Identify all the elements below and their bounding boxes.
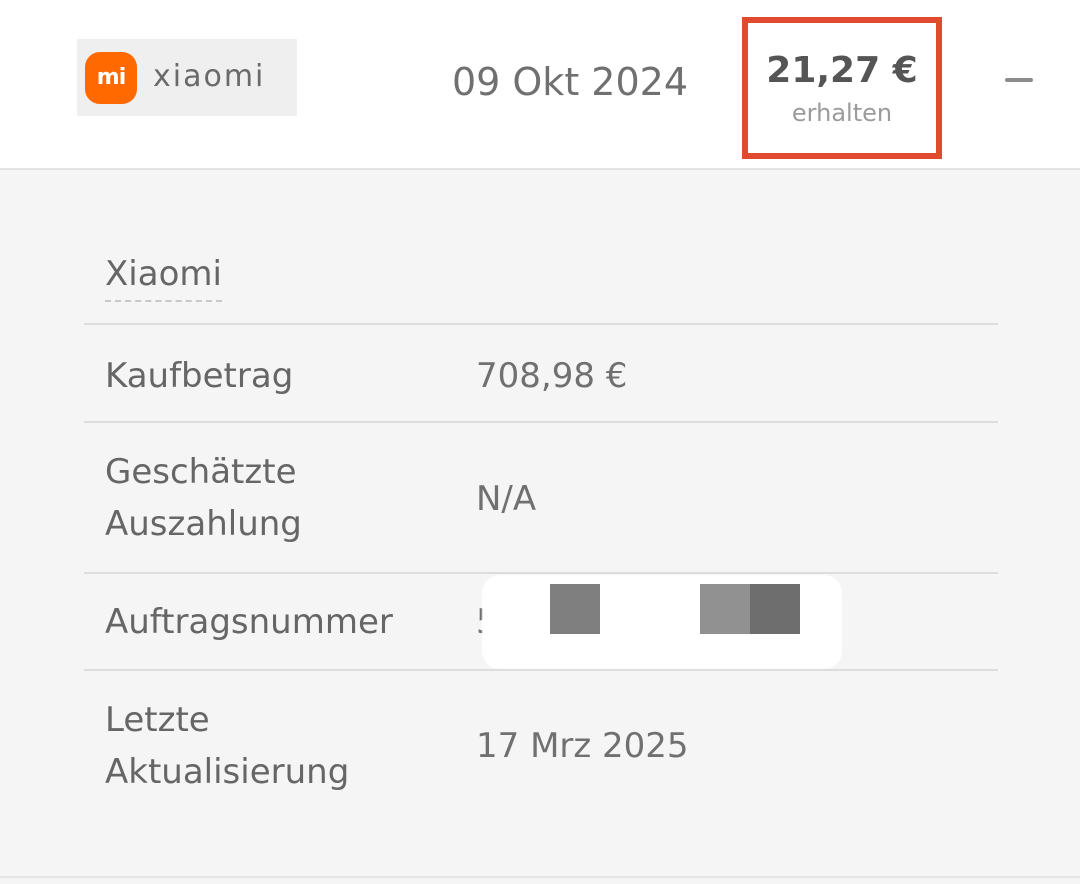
pixelated-redaction (550, 584, 600, 634)
value-last-update: 17 Mrz 2025 (476, 726, 689, 766)
label-estimated-payout-line2: Auszahlung (105, 504, 302, 544)
divider (84, 323, 998, 325)
value-purchase-amount: 708,98 € (476, 356, 628, 396)
cashback-status: erhalten (791, 99, 893, 127)
xiaomi-logo-icon: mi (85, 52, 137, 104)
cashback-amount-box: 21,27 € erhalten (742, 17, 942, 159)
pixelated-redaction (700, 584, 750, 634)
label-last-update-line2: Aktualisierung (105, 752, 350, 792)
label-purchase-amount: Kaufbetrag (105, 356, 294, 396)
label-last-update-line1: Letzte (105, 700, 210, 740)
transaction-date: 09 Okt 2024 (451, 60, 689, 104)
label-estimated-payout-line1: Geschätzte (105, 452, 297, 492)
logo-wordmark: xiaomi (153, 59, 266, 94)
collapse-minus-icon[interactable] (1000, 66, 1040, 96)
cashback-amount: 21,27 € (766, 50, 918, 91)
merchant-link[interactable]: Xiaomi (105, 252, 222, 302)
cashback-entry-header[interactable]: mi xiaomi 09 Okt 2024 21,27 € erhalten (0, 0, 1080, 170)
value-estimated-payout: N/A (476, 479, 537, 519)
pixelated-redaction (750, 584, 800, 634)
divider (84, 421, 998, 423)
divider (84, 669, 998, 671)
divider (84, 572, 998, 574)
panel-bottom-border (0, 876, 1080, 878)
label-order-number: Auftragsnummer (105, 602, 393, 642)
merchant-logo: mi xiaomi (77, 39, 297, 116)
